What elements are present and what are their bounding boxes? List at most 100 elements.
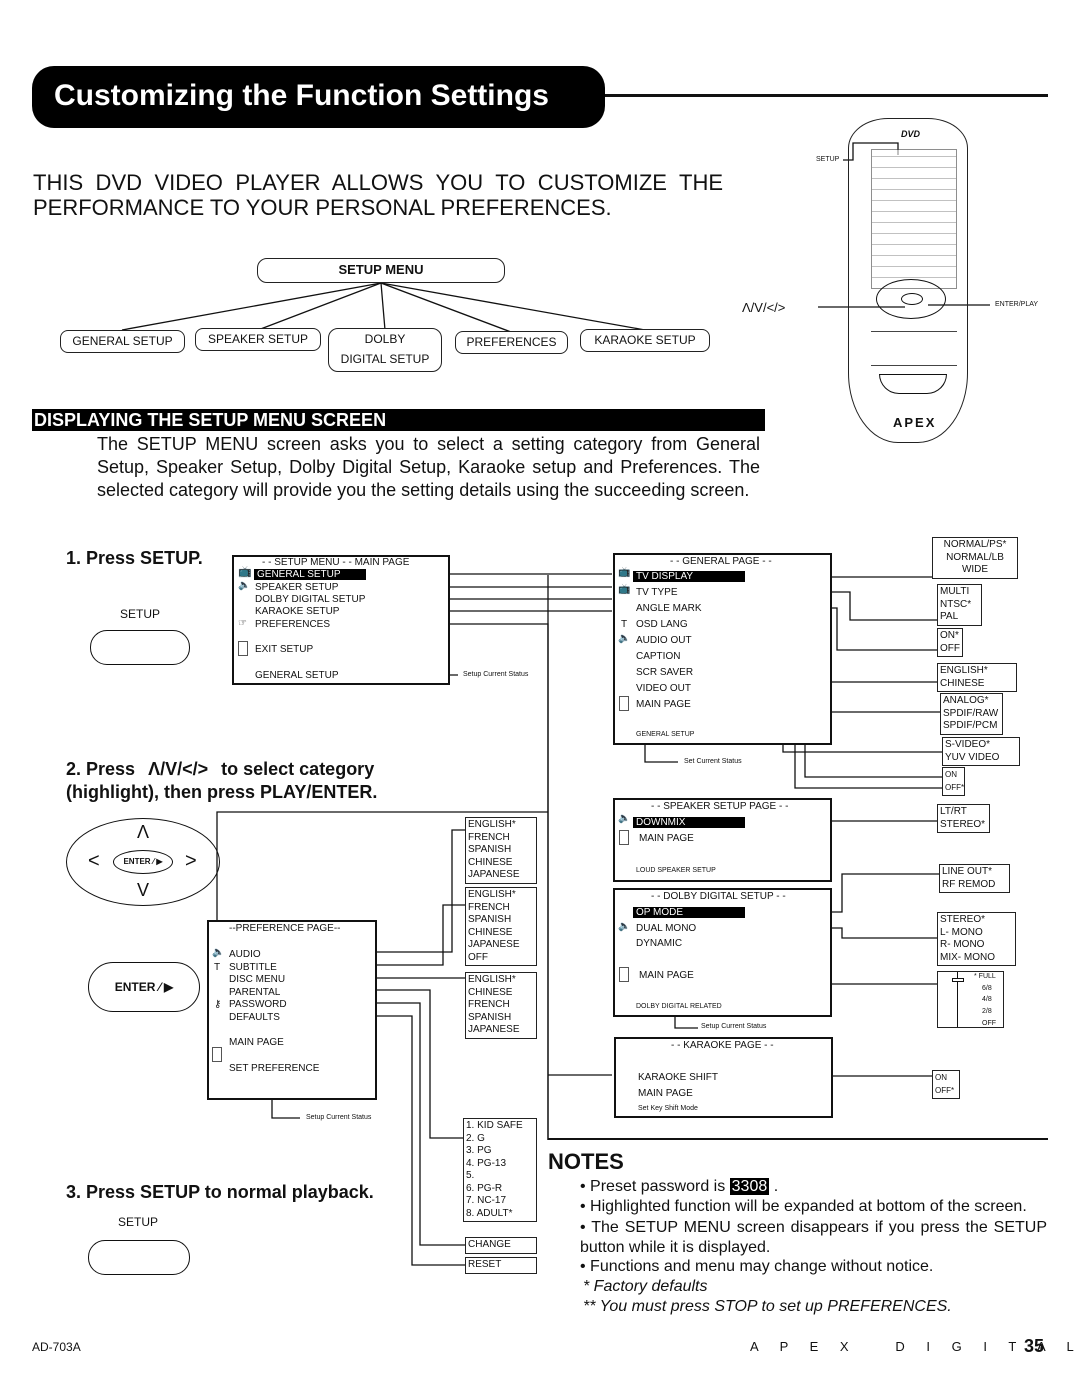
option[interactable]: 3. PG bbox=[466, 1145, 534, 1158]
left-arrow-button[interactable]: < bbox=[88, 850, 100, 873]
setup-button[interactable] bbox=[90, 630, 190, 665]
option[interactable]: STEREO* bbox=[940, 914, 1013, 927]
option[interactable]: NORMAL/PS* bbox=[935, 539, 1015, 552]
option[interactable]: SPANISH bbox=[468, 1012, 534, 1025]
option[interactable]: SPANISH bbox=[468, 914, 534, 927]
option[interactable]: 8. ADULT* bbox=[466, 1208, 534, 1221]
remote-enter-button[interactable] bbox=[901, 293, 923, 305]
right-arrow-button[interactable]: > bbox=[185, 850, 197, 873]
pref-item-defaults[interactable]: DEFAULTS bbox=[229, 1012, 280, 1023]
general-item-caption[interactable]: CAPTION bbox=[636, 651, 680, 662]
option[interactable]: NTSC* bbox=[940, 599, 979, 612]
option[interactable]: ON* bbox=[940, 630, 960, 643]
general-item-scr-saver[interactable]: SCR SAVER bbox=[636, 667, 693, 678]
option[interactable]: ENGLISH* bbox=[940, 665, 1014, 678]
general-item-video-out[interactable]: VIDEO OUT bbox=[636, 683, 691, 694]
up-arrow-button[interactable]: Λ bbox=[137, 822, 149, 843]
menu-item-general-setup[interactable]: GENERAL SETUP bbox=[254, 569, 366, 580]
option[interactable]: OFF* bbox=[945, 782, 964, 795]
option[interactable]: FRENCH bbox=[468, 999, 534, 1012]
option[interactable]: ENGLISH* bbox=[468, 974, 534, 987]
option[interactable]: ANALOG* bbox=[943, 695, 1000, 708]
option[interactable]: SPANISH bbox=[468, 844, 534, 857]
option[interactable]: LINE OUT* bbox=[942, 866, 1007, 879]
option[interactable]: ON bbox=[935, 1072, 957, 1085]
pref-item-disc-menu[interactable]: DISC MENU bbox=[229, 974, 285, 985]
dolby-item-main-page[interactable]: MAIN PAGE bbox=[639, 970, 694, 981]
option[interactable]: MIX- MONO bbox=[940, 952, 1013, 965]
option[interactable]: 7. NC-17 bbox=[466, 1195, 534, 1208]
general-item-audio-out[interactable]: AUDIO OUT bbox=[636, 635, 692, 646]
option[interactable]: 4. PG-13 bbox=[466, 1158, 534, 1171]
pref-item-main-page[interactable]: MAIN PAGE bbox=[229, 1037, 284, 1048]
pref-item-audio[interactable]: AUDIO bbox=[229, 949, 261, 960]
option[interactable]: WIDE bbox=[935, 564, 1015, 577]
general-item-tv-type[interactable]: TV TYPE bbox=[636, 587, 678, 598]
option[interactable]: PAL bbox=[940, 611, 979, 624]
speaker-item-downmix[interactable]: DOWNMIX bbox=[633, 817, 745, 828]
karaoke-item-shift[interactable]: KARAOKE SHIFT bbox=[638, 1072, 718, 1083]
option[interactable]: ENGLISH* bbox=[468, 889, 534, 902]
option[interactable]: CHINESE bbox=[468, 857, 534, 870]
option[interactable]: L- MONO bbox=[940, 927, 1013, 940]
karaoke-item-main-page[interactable]: MAIN PAGE bbox=[638, 1088, 693, 1099]
general-item-angle-mark[interactable]: ANGLE MARK bbox=[636, 603, 702, 614]
option[interactable]: 2. G bbox=[466, 1133, 534, 1146]
option[interactable]: S-VIDEO* bbox=[945, 739, 1017, 752]
dolby-item-op-mode[interactable]: OP MODE bbox=[633, 907, 745, 918]
note-password-end: . bbox=[769, 1178, 779, 1195]
option[interactable]: JAPANESE bbox=[468, 869, 534, 882]
remote-button-grid[interactable] bbox=[871, 149, 957, 289]
password-change-option[interactable]: CHANGE bbox=[465, 1237, 537, 1254]
option[interactable]: R- MONO bbox=[940, 939, 1013, 952]
option[interactable]: YUV VIDEO bbox=[945, 752, 1017, 765]
option[interactable]: CHINESE bbox=[468, 987, 534, 1000]
option[interactable]: LT/RT bbox=[940, 806, 987, 819]
defaults-reset-option[interactable]: RESET bbox=[465, 1257, 537, 1274]
option[interactable]: FRENCH bbox=[468, 902, 534, 915]
menu-item-speaker-setup[interactable]: SPEAKER SETUP bbox=[255, 582, 338, 593]
option[interactable]: RF REMOD bbox=[942, 879, 1007, 892]
option[interactable]: CHINESE bbox=[468, 927, 534, 940]
option[interactable]: ENGLISH* bbox=[468, 819, 534, 832]
menu-item-karaoke-setup[interactable]: KARAOKE SETUP bbox=[255, 606, 339, 617]
dolby-item-dynamic[interactable]: DYNAMIC bbox=[636, 938, 682, 949]
option[interactable]: ON bbox=[945, 769, 962, 782]
option[interactable]: CHINESE bbox=[940, 678, 1014, 691]
remote-stop-step-button[interactable] bbox=[879, 374, 947, 394]
option[interactable]: JAPANESE bbox=[468, 939, 534, 952]
option[interactable]: SPDIF/PCM bbox=[943, 720, 1000, 733]
enter-center-button[interactable]: ENTER ⁄ ▶ bbox=[113, 850, 173, 874]
option[interactable]: STEREO* bbox=[940, 819, 987, 832]
pref-item-subtitle[interactable]: SUBTITLE bbox=[229, 962, 277, 973]
option[interactable]: 6. PG-R bbox=[466, 1183, 534, 1196]
option[interactable]: OFF* bbox=[935, 1085, 957, 1098]
option[interactable]: JAPANESE bbox=[468, 1024, 534, 1037]
pref-subtitle-options: ENGLISH* FRENCH SPANISH CHINESE JAPANESE OFF bbox=[465, 887, 537, 966]
enter-button[interactable]: ENTER ⁄ ▶ bbox=[88, 962, 200, 1012]
general-item-main-page[interactable]: MAIN PAGE bbox=[636, 699, 691, 710]
text-icon: T bbox=[621, 619, 628, 630]
menu-item-dolby-digital-setup[interactable]: DOLBY DIGITAL SETUP bbox=[255, 594, 365, 605]
dynamic-slider[interactable]: * FULL 6/8 4/8 2/8 OFF bbox=[937, 971, 1004, 1028]
general-item-osd-lang[interactable]: OSD LANG bbox=[636, 619, 688, 630]
option[interactable]: OFF bbox=[468, 952, 534, 965]
setup-button-2[interactable] bbox=[88, 1240, 190, 1275]
option[interactable]: SPDIF/RAW bbox=[943, 708, 1000, 721]
menu-item-preferences[interactable]: PREFERENCES bbox=[255, 619, 330, 630]
down-arrow-button[interactable]: V bbox=[137, 880, 149, 901]
option[interactable]: 5. bbox=[466, 1170, 534, 1183]
option[interactable]: 1. KID SAFE bbox=[466, 1120, 534, 1133]
speaker-item-main-page[interactable]: MAIN PAGE bbox=[639, 833, 694, 844]
general-item-tv-display[interactable]: TV DISPLAY bbox=[633, 571, 745, 582]
dolby-item-dual-mono[interactable]: DUAL MONO bbox=[636, 923, 696, 934]
pref-item-password[interactable]: PASSWORD bbox=[229, 999, 287, 1010]
slider-thumb[interactable] bbox=[952, 978, 964, 982]
pref-item-parental[interactable]: PARENTAL bbox=[229, 987, 280, 998]
remote-lower-buttons[interactable] bbox=[871, 331, 957, 366]
option[interactable]: MULTI bbox=[940, 586, 979, 599]
menu-item-exit-setup[interactable]: EXIT SETUP bbox=[255, 644, 313, 655]
option[interactable]: NORMAL/LB bbox=[935, 552, 1015, 565]
option[interactable]: OFF bbox=[940, 643, 960, 656]
option[interactable]: FRENCH bbox=[468, 832, 534, 845]
